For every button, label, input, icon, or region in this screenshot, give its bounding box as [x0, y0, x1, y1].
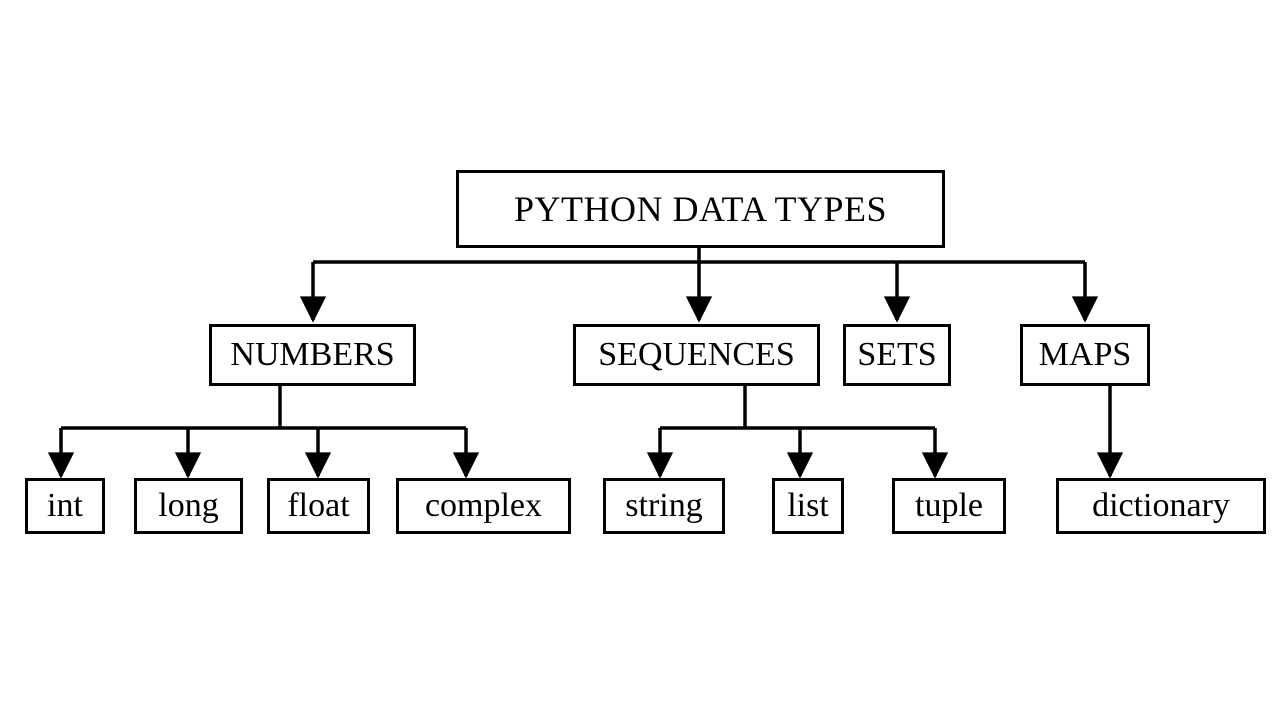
leaf-dictionary: dictionary: [1056, 478, 1266, 534]
leaf-float-label: float: [287, 487, 349, 525]
leaf-list: list: [772, 478, 844, 534]
category-maps: MAPS: [1020, 324, 1150, 386]
diagram-root: PYTHON DATA TYPES NUMBERS SEQUENCES SETS…: [0, 0, 1280, 720]
category-numbers-label: NUMBERS: [230, 336, 394, 374]
category-maps-label: MAPS: [1039, 336, 1132, 374]
leaf-long: long: [134, 478, 243, 534]
category-sequences-label: SEQUENCES: [598, 336, 794, 374]
leaf-string-label: string: [625, 487, 702, 525]
leaf-tuple-label: tuple: [915, 487, 983, 525]
category-sequences: SEQUENCES: [573, 324, 820, 386]
category-sets: SETS: [843, 324, 951, 386]
title-box: PYTHON DATA TYPES: [456, 170, 945, 248]
leaf-tuple: tuple: [892, 478, 1006, 534]
leaf-complex-label: complex: [425, 487, 542, 525]
leaf-list-label: list: [787, 487, 829, 525]
leaf-int: int: [25, 478, 105, 534]
leaf-complex: complex: [396, 478, 571, 534]
leaf-long-label: long: [158, 487, 218, 525]
leaf-dictionary-label: dictionary: [1092, 487, 1230, 525]
category-numbers: NUMBERS: [209, 324, 416, 386]
leaf-string: string: [603, 478, 725, 534]
title-text: PYTHON DATA TYPES: [514, 188, 887, 230]
leaf-int-label: int: [47, 487, 83, 525]
leaf-float: float: [267, 478, 370, 534]
category-sets-label: SETS: [857, 336, 936, 374]
